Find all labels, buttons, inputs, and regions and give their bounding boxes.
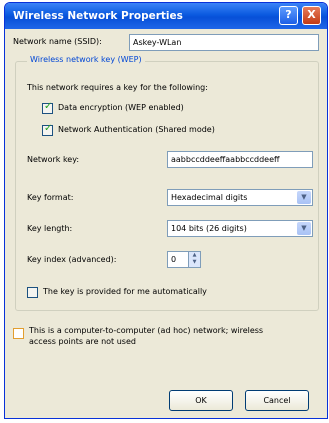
key-index-label: Key index (advanced):: [27, 255, 117, 264]
wireless-network-properties-dialog: Wireless Network Properties ? X Network …: [4, 2, 328, 419]
close-button[interactable]: X: [302, 6, 321, 25]
key-index-spinner[interactable]: ▲ ▼: [188, 251, 201, 268]
spin-up-icon[interactable]: ▲: [189, 252, 200, 259]
chevron-down-icon[interactable]: ▼: [297, 222, 311, 235]
auto-key-label[interactable]: The key is provided for me automatically: [43, 287, 207, 296]
network-authentication-label[interactable]: Network Authentication (Shared mode): [58, 125, 215, 134]
wep-group-title: Wireless network key (WEP): [27, 55, 145, 64]
help-button[interactable]: ?: [279, 6, 298, 25]
adhoc-label-line2[interactable]: access points are not used: [29, 337, 136, 346]
title-bar[interactable]: Wireless Network Properties ? X: [5, 3, 327, 29]
key-requirement-text: This network requires a key for the foll…: [27, 83, 208, 92]
key-length-select[interactable]: 104 bits (26 digits) ▼: [167, 220, 313, 237]
data-encryption-label[interactable]: Data encryption (WEP enabled): [58, 103, 184, 112]
network-authentication-checkbox[interactable]: [42, 123, 53, 136]
key-length-value: 104 bits (26 digits): [171, 224, 247, 233]
spin-down-icon[interactable]: ▼: [189, 259, 200, 266]
cancel-button[interactable]: Cancel: [245, 390, 309, 411]
window-title: Wireless Network Properties: [13, 10, 183, 22]
key-length-label: Key length:: [27, 224, 73, 233]
ssid-label: Network name (SSID):: [13, 37, 102, 46]
wep-groupbox: [15, 61, 319, 311]
adhoc-checkbox[interactable]: [13, 328, 24, 339]
key-index-input[interactable]: 0: [167, 251, 189, 268]
key-format-select[interactable]: Hexadecimal digits ▼: [167, 189, 313, 206]
data-encryption-checkbox[interactable]: [42, 101, 53, 114]
adhoc-label-line1[interactable]: This is a computer-to-computer (ad hoc) …: [29, 326, 263, 335]
chevron-down-icon[interactable]: ▼: [297, 191, 311, 204]
auto-key-checkbox[interactable]: [27, 287, 38, 298]
close-icon: X: [307, 8, 316, 21]
key-format-value: Hexadecimal digits: [171, 193, 248, 202]
ssid-input[interactable]: Askey-WLan: [129, 34, 319, 51]
key-format-label: Key format:: [27, 193, 74, 202]
help-icon: ?: [285, 8, 292, 21]
network-key-input[interactable]: aabbccddeeffaabbccddeeff: [167, 151, 313, 168]
network-key-label: Network key:: [27, 155, 80, 164]
ok-button[interactable]: OK: [169, 390, 233, 411]
